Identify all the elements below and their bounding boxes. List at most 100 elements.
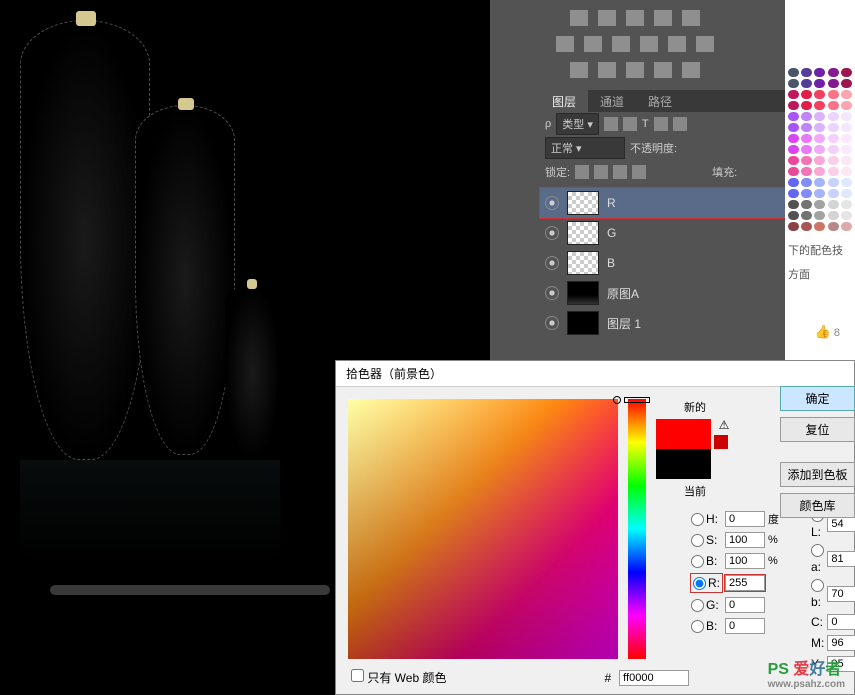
ok-button[interactable]: 确定 (780, 386, 855, 411)
visibility-toggle[interactable] (545, 226, 559, 240)
swatch[interactable] (828, 156, 839, 165)
swatch[interactable] (788, 112, 799, 121)
swatch[interactable] (828, 189, 839, 198)
layer-thumb[interactable] (567, 311, 599, 335)
tab-layers[interactable]: 图层 (540, 90, 588, 112)
swatch[interactable] (788, 200, 799, 209)
swatch[interactable] (828, 79, 839, 88)
swatch[interactable] (841, 222, 852, 231)
hex-input[interactable] (619, 670, 689, 686)
layer-thumb[interactable] (567, 221, 599, 245)
swatch[interactable] (828, 178, 839, 187)
input-brightness[interactable] (725, 553, 765, 569)
swatch[interactable] (828, 211, 839, 220)
swatch[interactable] (841, 123, 852, 132)
input-lab-b[interactable] (827, 586, 855, 602)
gamut-warning-icon[interactable]: ⚠ (717, 418, 731, 432)
swatch[interactable] (801, 156, 812, 165)
selective-color-icon[interactable] (682, 62, 700, 78)
swatch[interactable] (828, 145, 839, 154)
swatch[interactable] (788, 211, 799, 220)
like-count[interactable]: 8 (815, 324, 840, 340)
add-swatch-button[interactable]: 添加到色板 (780, 462, 855, 487)
swatch[interactable] (841, 156, 852, 165)
threshold-icon[interactable] (626, 62, 644, 78)
gamut-color[interactable] (714, 435, 728, 449)
visibility-toggle[interactable] (545, 256, 559, 270)
swatch[interactable] (814, 123, 825, 132)
hue-icon[interactable] (556, 36, 574, 52)
swatch[interactable] (814, 167, 825, 176)
layer-thumb[interactable] (567, 281, 599, 305)
swatch[interactable] (788, 145, 799, 154)
lock-all-icon[interactable] (632, 165, 646, 179)
swatch[interactable] (814, 178, 825, 187)
swatch[interactable] (814, 156, 825, 165)
swatch[interactable] (788, 79, 799, 88)
swatch[interactable] (788, 189, 799, 198)
tab-channels[interactable]: 通道 (588, 90, 636, 112)
lock-transparent-icon[interactable] (575, 165, 589, 179)
swatch[interactable] (801, 90, 812, 99)
swatch[interactable] (841, 79, 852, 88)
curves-icon[interactable] (626, 10, 644, 26)
input-l[interactable] (827, 516, 855, 532)
layer-thumb[interactable] (567, 191, 599, 215)
current-color-swatch[interactable] (656, 449, 711, 479)
swatch[interactable] (801, 68, 812, 77)
swatch[interactable] (828, 222, 839, 231)
swatch[interactable] (788, 134, 799, 143)
gradient-map-icon[interactable] (654, 62, 672, 78)
swatch[interactable] (788, 101, 799, 110)
hue-slider[interactable] (628, 399, 646, 659)
levels-icon[interactable] (598, 10, 616, 26)
radio-r[interactable] (693, 577, 706, 590)
radio-blue[interactable] (691, 620, 704, 633)
filter-type-dropdown[interactable]: 类型 ▾ (556, 113, 599, 135)
swatch[interactable] (814, 112, 825, 121)
lock-position-icon[interactable] (613, 165, 627, 179)
swatch[interactable] (801, 101, 812, 110)
visibility-toggle[interactable] (545, 196, 559, 210)
input-r[interactable] (725, 575, 765, 591)
filter-pixel-icon[interactable] (604, 117, 618, 131)
brightness-icon[interactable] (570, 10, 588, 26)
channel-mixer-icon[interactable] (668, 36, 686, 52)
swatch[interactable] (814, 134, 825, 143)
swatch[interactable] (801, 200, 812, 209)
vibrance-icon[interactable] (682, 10, 700, 26)
swatch[interactable] (841, 200, 852, 209)
input-m[interactable] (827, 635, 855, 651)
swatch[interactable] (841, 167, 852, 176)
swatch[interactable] (801, 167, 812, 176)
swatch[interactable] (828, 123, 839, 132)
radio-b[interactable] (691, 555, 704, 568)
swatch[interactable] (801, 123, 812, 132)
lock-pixels-icon[interactable] (594, 165, 608, 179)
input-g[interactable] (725, 597, 765, 613)
swatch[interactable] (814, 90, 825, 99)
horizontal-scrollbar[interactable] (50, 585, 330, 595)
swatch[interactable] (801, 134, 812, 143)
radio-s[interactable] (691, 534, 704, 547)
input-h[interactable] (725, 511, 765, 527)
filter-shape-icon[interactable] (654, 117, 668, 131)
radio-h[interactable] (691, 513, 704, 526)
input-blue[interactable] (725, 618, 765, 634)
swatch[interactable] (828, 101, 839, 110)
swatch[interactable] (828, 200, 839, 209)
swatch[interactable] (801, 189, 812, 198)
swatch[interactable] (814, 79, 825, 88)
swatch[interactable] (814, 68, 825, 77)
cancel-button[interactable]: 复位 (780, 417, 855, 442)
swatch[interactable] (788, 178, 799, 187)
layer-thumb[interactable] (567, 251, 599, 275)
invert-icon[interactable] (570, 62, 588, 78)
swatch[interactable] (801, 145, 812, 154)
radio-a[interactable] (811, 544, 824, 557)
swatch[interactable] (788, 90, 799, 99)
swatch[interactable] (801, 211, 812, 220)
swatch[interactable] (828, 68, 839, 77)
swatch[interactable] (814, 211, 825, 220)
swatch[interactable] (801, 178, 812, 187)
